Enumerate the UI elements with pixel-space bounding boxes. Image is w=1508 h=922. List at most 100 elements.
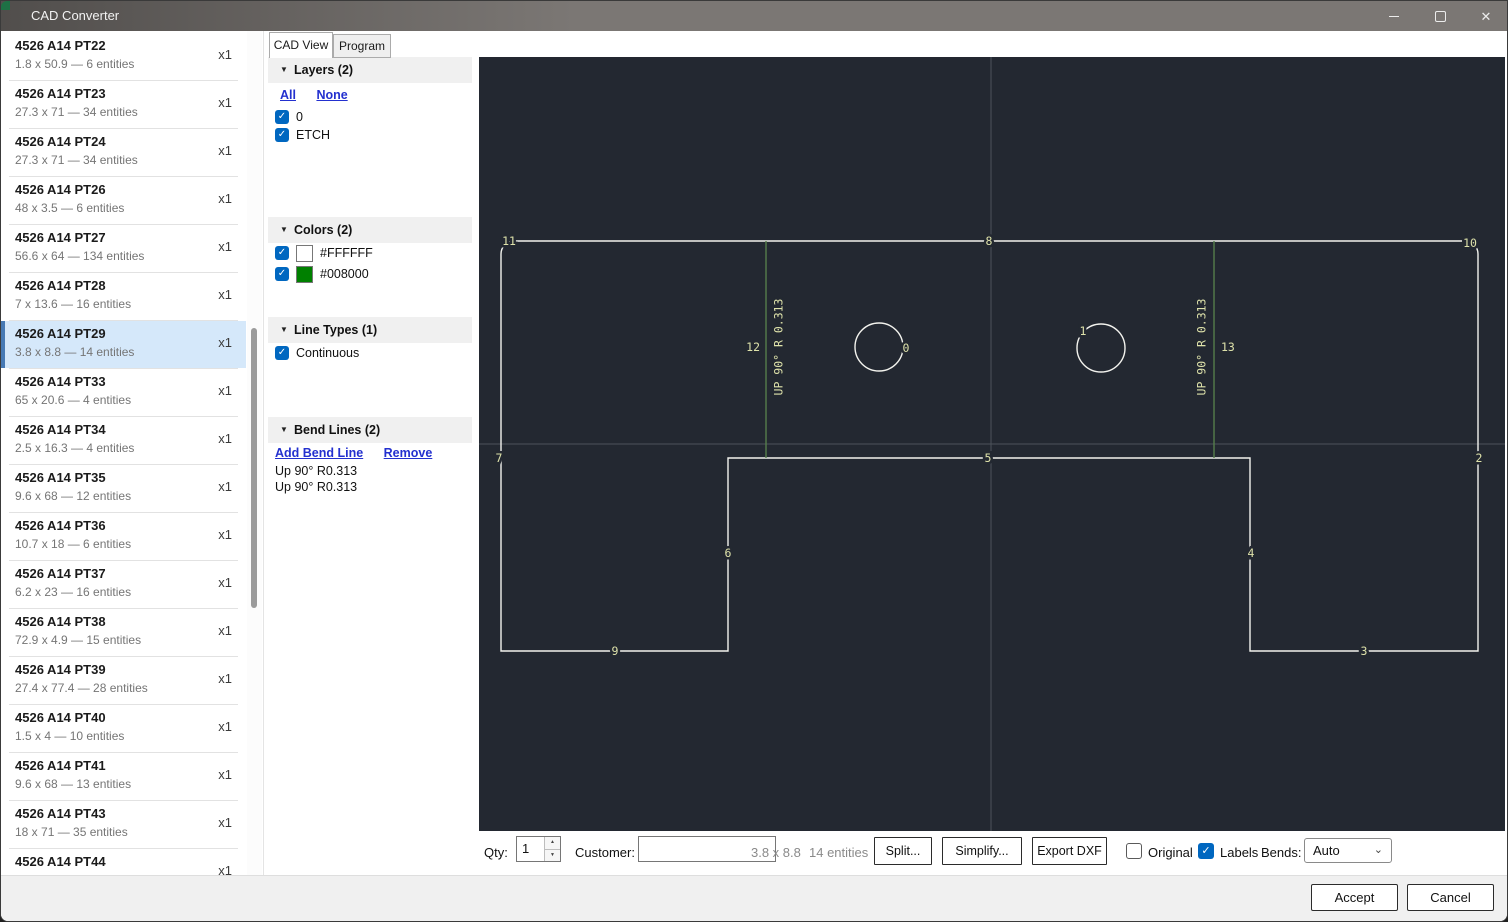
maximize-button[interactable]: [1417, 1, 1463, 31]
side-panel: CAD View Program ▼ Layers (2) All None ▼…: [263, 31, 479, 876]
footer-bar: Accept Cancel: [1, 875, 1508, 922]
part-list-item[interactable]: 4526 A14 PT22 1.8 x 50.9 — 6 entities x1: [1, 33, 246, 80]
labels-checkbox[interactable]: [1198, 843, 1214, 859]
part-list-item[interactable]: 4526 A14 PT34 2.5 x 16.3 — 4 entities x1: [1, 417, 246, 464]
layers-none-link[interactable]: None: [316, 88, 347, 102]
checkbox[interactable]: [275, 110, 289, 124]
part-list-item[interactable]: 4526 A14 PT27 56.6 x 64 — 134 entities x…: [1, 225, 246, 272]
layers-section-header[interactable]: ▼ Layers (2): [268, 57, 472, 83]
part-info: 56.6 x 64 — 134 entities: [15, 249, 144, 263]
part-list-item[interactable]: 4526 A14 PT37 6.2 x 23 — 16 entities x1: [1, 561, 246, 608]
spinner-down-icon[interactable]: ▼: [545, 849, 560, 862]
part-list-item[interactable]: 4526 A14 PT40 1.5 x 4 — 10 entities x1: [1, 705, 246, 752]
row-label: ETCH: [296, 128, 330, 142]
part-list-item[interactable]: 4526 A14 PT24 27.3 x 71 — 34 entities x1: [1, 129, 246, 176]
part-info: 27.4 x 77.4 — 28 entities: [15, 681, 148, 695]
title-bar: CAD Converter ✕: [1, 1, 1508, 31]
cancel-button[interactable]: Cancel: [1407, 884, 1494, 911]
bend-lines-links: Add Bend Line Remove: [275, 444, 432, 462]
close-button[interactable]: ✕: [1463, 1, 1508, 31]
layers-all-link[interactable]: All: [280, 88, 296, 102]
scrollbar-thumb[interactable]: [251, 328, 257, 608]
bends-label: Bends:: [1261, 845, 1301, 860]
collapse-triangle-icon: ▼: [280, 57, 288, 83]
original-label: Original: [1148, 845, 1193, 860]
checkbox[interactable]: [275, 267, 289, 281]
cad-canvas[interactable]: UP 90° R 0.313UP 90° R 0.313012345678910…: [479, 57, 1505, 831]
part-name: 4526 A14 PT33: [15, 374, 106, 389]
simplify-button[interactable]: Simplify...: [942, 837, 1022, 865]
bends-value: Auto: [1313, 843, 1340, 858]
part-name: 4526 A14 PT35: [15, 470, 106, 485]
accept-button[interactable]: Accept: [1311, 884, 1398, 911]
line-types-section-header[interactable]: ▼ Line Types (1): [268, 317, 472, 343]
collapse-triangle-icon: ▼: [280, 317, 288, 343]
part-list-item[interactable]: 4526 A14 PT44 x1: [1, 849, 246, 876]
checkbox[interactable]: [275, 128, 289, 142]
spinner-up-icon[interactable]: ▲: [545, 837, 560, 849]
minimize-button[interactable]: [1371, 1, 1417, 31]
panel-row: ETCH: [275, 126, 330, 144]
part-info: 72.9 x 4.9 — 15 entities: [15, 633, 141, 647]
part-qty: x1: [218, 575, 232, 590]
tab-cad-view[interactable]: CAD View: [269, 32, 333, 58]
entity-label: 8: [986, 234, 993, 248]
checkbox[interactable]: [275, 346, 289, 360]
quantity-value: 1: [522, 841, 529, 856]
background-window-corner: [1, 1, 10, 10]
part-list-item[interactable]: 4526 A14 PT43 18 x 71 — 35 entities x1: [1, 801, 246, 848]
part-name: 4526 A14 PT43: [15, 806, 106, 821]
remove-bend-line-link[interactable]: Remove: [384, 446, 433, 460]
row-label: Continuous: [296, 346, 359, 360]
part-list-item[interactable]: 4526 A14 PT28 7 x 13.6 — 16 entities x1: [1, 273, 246, 320]
app-window: CAD Converter ✕ 4526 A14 PT22 1.8 x 50.9…: [0, 0, 1508, 922]
panel-row: #008000: [275, 265, 369, 283]
row-label: #008000: [320, 267, 369, 281]
part-info: 9.6 x 68 — 12 entities: [15, 489, 131, 503]
entity-label: 6: [725, 546, 732, 560]
entity-label: 4: [1248, 546, 1255, 560]
bend-line-item[interactable]: Up 90° R0.313: [275, 464, 357, 480]
part-qty: x1: [218, 191, 232, 206]
customer-label: Customer:: [575, 845, 635, 860]
export-dxf-button[interactable]: Export DXF: [1032, 837, 1107, 865]
part-info: 9.6 x 68 — 13 entities: [15, 777, 131, 791]
part-list-item[interactable]: 4526 A14 PT33 65 x 20.6 — 4 entities x1: [1, 369, 246, 416]
part-name: 4526 A14 PT40: [15, 710, 106, 725]
quantity-stepper[interactable]: 1 ▲ ▼: [516, 836, 561, 862]
part-info: 48 x 3.5 — 6 entities: [15, 201, 124, 215]
part-info: 65 x 20.6 — 4 entities: [15, 393, 131, 407]
bends-dropdown[interactable]: Auto ⌄: [1304, 838, 1392, 863]
checkbox[interactable]: [275, 246, 289, 260]
bend-annotation: UP 90° R 0.313: [1195, 298, 1209, 395]
part-list-item[interactable]: 4526 A14 PT26 48 x 3.5 — 6 entities x1: [1, 177, 246, 224]
split-button[interactable]: Split...: [874, 837, 932, 865]
bend-line-item[interactable]: Up 90° R0.313: [275, 480, 357, 496]
part-name: 4526 A14 PT34: [15, 422, 106, 437]
part-qty: x1: [218, 47, 232, 62]
part-info: 3.8 x 8.8 — 14 entities: [15, 345, 134, 359]
part-qty: x1: [218, 671, 232, 686]
bend-lines-section-header[interactable]: ▼ Bend Lines (2): [268, 417, 472, 443]
part-qty: x1: [218, 815, 232, 830]
part-list-item[interactable]: 4526 A14 PT36 10.7 x 18 — 6 entities x1: [1, 513, 246, 560]
part-list-item[interactable]: 4526 A14 PT41 9.6 x 68 — 13 entities x1: [1, 753, 246, 800]
part-list-item[interactable]: 4526 A14 PT23 27.3 x 71 — 34 entities x1: [1, 81, 246, 128]
part-name: 4526 A14 PT38: [15, 614, 106, 629]
part-qty: x1: [218, 719, 232, 734]
entity-label: 3: [1361, 644, 1368, 658]
part-list-item[interactable]: 4526 A14 PT29 3.8 x 8.8 — 14 entities x1: [1, 321, 246, 368]
part-list-item[interactable]: 4526 A14 PT38 72.9 x 4.9 — 15 entities x…: [1, 609, 246, 656]
part-list-item[interactable]: 4526 A14 PT39 27.4 x 77.4 — 28 entities …: [1, 657, 246, 704]
panel-row: 0: [275, 108, 303, 126]
part-list-item[interactable]: 4526 A14 PT35 9.6 x 68 — 12 entities x1: [1, 465, 246, 512]
tab-program[interactable]: Program: [333, 34, 391, 58]
part-qty: x1: [218, 95, 232, 110]
original-checkbox[interactable]: [1126, 843, 1142, 859]
colors-section-header[interactable]: ▼ Colors (2): [268, 217, 472, 243]
part-name: 4526 A14 PT24: [15, 134, 106, 149]
part-info: 2.5 x 16.3 — 4 entities: [15, 441, 134, 455]
part-qty: x1: [218, 623, 232, 638]
add-bend-line-link[interactable]: Add Bend Line: [275, 446, 363, 460]
panel-row: Continuous: [275, 344, 359, 362]
